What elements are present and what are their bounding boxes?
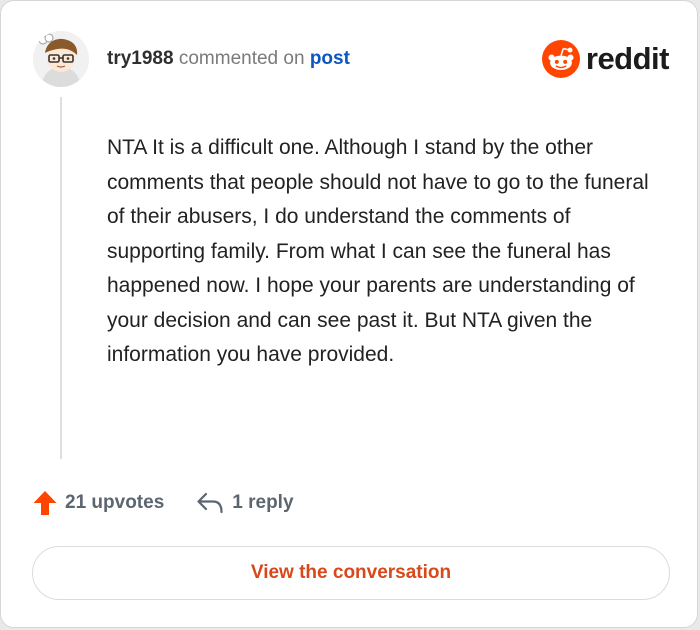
reddit-logo-icon <box>541 40 580 78</box>
comment-meta: try1988 commented on post <box>107 47 350 71</box>
view-conversation-button[interactable]: View the conversation <box>32 546 670 600</box>
reply-arrow-icon <box>197 492 223 514</box>
upvote-button[interactable]: 21 upvotes <box>33 490 164 516</box>
comment-body: NTA It is a difficult one. Although I st… <box>107 136 649 366</box>
comment-action-text: commented on <box>178 48 305 69</box>
reply-button[interactable]: 1 reply <box>196 492 294 514</box>
upvote-count: 21 upvotes <box>65 492 165 513</box>
username-link[interactable]: try1988 <box>107 48 174 69</box>
view-conversation-label: View the conversation <box>250 562 452 583</box>
reddit-wordmark: reddit <box>585 41 670 76</box>
post-link[interactable]: post <box>310 48 350 69</box>
reddit-brand[interactable]: reddit <box>541 40 670 78</box>
upvote-arrow-icon <box>33 491 57 515</box>
reply-count: 1 reply <box>232 492 294 513</box>
user-avatar[interactable] <box>33 31 89 87</box>
comment-card: try1988 commented on post reddit NTA It … <box>0 0 698 628</box>
comment-header: try1988 commented on post reddit <box>33 29 670 89</box>
thread-line <box>60 97 62 459</box>
comment-actions: 21 upvotes 1 reply <box>33 485 294 521</box>
avatar-illustration <box>33 31 89 87</box>
